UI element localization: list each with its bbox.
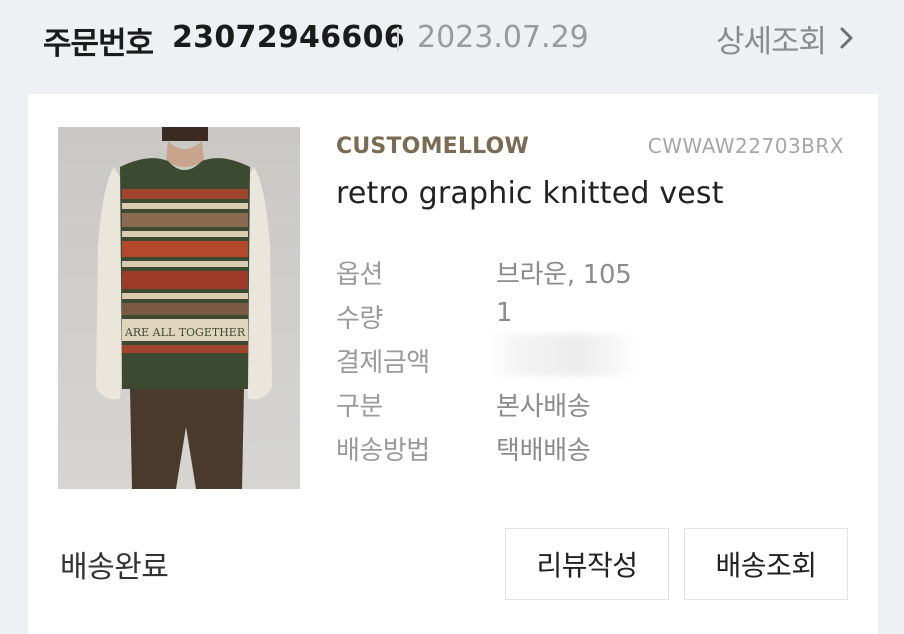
shipping-row: 배송방법 택배배송 xyxy=(336,430,816,470)
quantity-label: 수량 xyxy=(336,304,383,334)
header-divider xyxy=(397,27,399,51)
type-row: 구분 본사배송 xyxy=(336,386,816,426)
product-name[interactable]: retro graphic knitted vest xyxy=(336,176,724,211)
option-label: 옵션 xyxy=(336,260,383,290)
product-image[interactable]: ARE ALL TOGETHER xyxy=(58,127,300,489)
chevron-right-icon xyxy=(840,27,853,49)
quantity-value: 1 xyxy=(496,298,513,328)
product-code: CWWAW22703BRX xyxy=(647,134,844,158)
payment-label: 결제금액 xyxy=(336,348,430,378)
order-detail-label: 상세조회 xyxy=(716,23,827,60)
track-delivery-button[interactable]: 배송조회 xyxy=(684,528,848,600)
order-date: 2023.07.29 xyxy=(417,20,589,55)
order-number-label: 주문번호 xyxy=(43,26,154,62)
quantity-row: 수량 1 xyxy=(336,298,816,338)
type-value: 본사배송 xyxy=(496,392,591,422)
option-row: 옵션 브라운, 105 xyxy=(336,254,816,294)
delivery-status: 배송완료 xyxy=(60,550,169,585)
order-detail-link[interactable]: 상세조회 xyxy=(716,16,856,60)
payment-value-redacted xyxy=(488,334,636,376)
order-number: 23072946606 xyxy=(172,20,405,55)
order-header: 주문번호 23072946606 2023.07.29 상세조회 xyxy=(0,0,904,84)
write-review-button[interactable]: 리뷰작성 xyxy=(505,528,669,600)
shipping-label: 배송방법 xyxy=(336,436,430,466)
option-value: 브라운, 105 xyxy=(496,260,632,290)
shipping-value: 택배배송 xyxy=(496,436,591,466)
order-card: ARE ALL TOGETHER CUSTOMELLOW CWWAW22703B… xyxy=(28,94,878,634)
type-label: 구분 xyxy=(336,392,383,422)
payment-row: 결제금액 xyxy=(336,334,816,382)
vest-print-text: ARE ALL TOGETHER xyxy=(124,326,246,339)
product-brand[interactable]: CUSTOMELLOW xyxy=(336,134,529,159)
